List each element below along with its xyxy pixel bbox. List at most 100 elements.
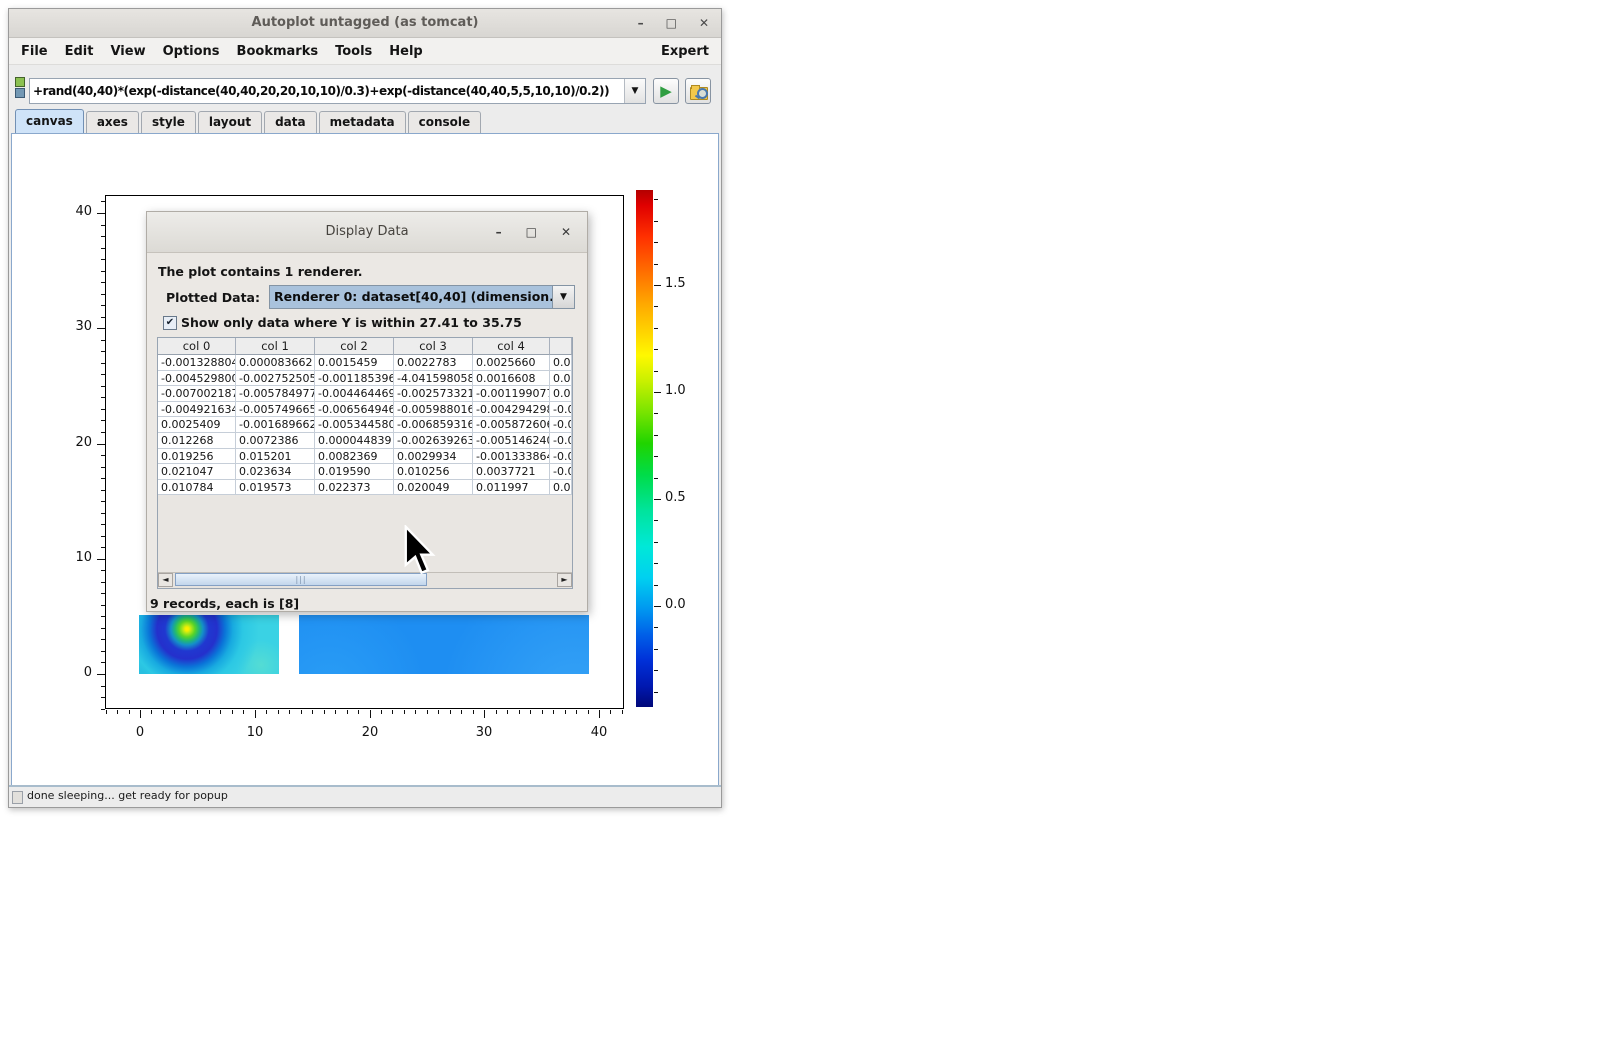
filter-checkbox[interactable]: ✔: [163, 316, 177, 330]
maximize-icon[interactable]: □: [666, 16, 677, 30]
menu-file[interactable]: File: [21, 44, 48, 59]
tick: [654, 392, 661, 393]
table-cell: -0.0: [550, 464, 572, 480]
tick: [301, 710, 302, 714]
tab-axes[interactable]: axes: [86, 111, 139, 133]
filter-checkbox-label: Show only data where Y is within 27.41 t…: [181, 315, 522, 330]
uri-combobox[interactable]: +rand(40,40)*(exp(-distance(40,40,20,20,…: [29, 78, 646, 104]
table-row[interactable]: 0.0025409-0.001689662...-0.005344580...-…: [158, 417, 572, 433]
menu-tools[interactable]: Tools: [335, 44, 372, 59]
table-row[interactable]: -0.004529800...-0.002752505...-0.0011853…: [158, 371, 572, 387]
y-axis-label: 30: [58, 319, 92, 334]
dialog-maximize-icon[interactable]: □: [526, 225, 537, 239]
dialog-minimize-icon[interactable]: –: [496, 225, 502, 239]
inspect-uri-button[interactable]: [685, 78, 711, 104]
tick: [101, 282, 105, 283]
table-cell: 0.0072386: [236, 433, 315, 449]
tick: [101, 524, 105, 525]
table-cell: 0.019590: [315, 464, 394, 480]
table-cell: 0.010784: [158, 480, 236, 496]
tick: [335, 710, 336, 714]
table-row[interactable]: 0.0122680.00723860.000044839-0.002639263…: [158, 433, 572, 449]
tick: [654, 692, 658, 693]
table-row[interactable]: 0.0107840.0195730.0223730.0200490.011997…: [158, 480, 572, 496]
window-title: Autoplot untagged (as tomcat): [9, 9, 721, 37]
tick: [654, 285, 661, 286]
go-button[interactable]: ▶: [653, 78, 679, 104]
x-axis-label: 30: [467, 725, 501, 740]
tick: [101, 478, 105, 479]
tick: [370, 710, 371, 718]
tick: [101, 294, 105, 295]
titlebar[interactable]: Autoplot untagged (as tomcat) – □ ✕: [9, 9, 721, 38]
scrollbar-thumb[interactable]: |||: [175, 573, 427, 586]
tick: [654, 242, 658, 243]
table-cell: 0.000083662: [236, 355, 315, 371]
uri-input[interactable]: +rand(40,40)*(exp(-distance(40,40,20,20,…: [30, 79, 624, 103]
table-body: -0.001328804...0.0000836620.00154590.002…: [158, 355, 572, 495]
window-controls: – □ ✕: [638, 9, 709, 37]
tab-metadata[interactable]: metadata: [319, 111, 406, 133]
tick: [654, 670, 658, 671]
dialog-titlebar[interactable]: Display Data – □ ✕: [147, 212, 587, 253]
tick: [289, 710, 290, 714]
dialog-controls: – □ ✕: [496, 212, 571, 252]
tick: [101, 628, 105, 629]
scroll-right-icon[interactable]: ►: [557, 573, 572, 587]
tick: [101, 547, 105, 548]
tick: [101, 593, 105, 594]
menu-expert[interactable]: Expert: [661, 44, 709, 59]
tab-data[interactable]: data: [264, 111, 317, 133]
table-row[interactable]: 0.0192560.0152010.00823690.0029934-0.001…: [158, 449, 572, 465]
tick: [484, 710, 485, 718]
tick: [163, 710, 164, 714]
menu-help[interactable]: Help: [389, 44, 422, 59]
tick: [197, 710, 198, 714]
tick: [101, 651, 105, 652]
table-cell: 0.023634: [236, 464, 315, 480]
table-cell: -0.001333864...: [473, 449, 550, 465]
tick: [101, 709, 105, 710]
tick: [101, 351, 105, 352]
tick: [622, 710, 623, 714]
table-row[interactable]: -0.007002187...-0.005784977...-0.0044644…: [158, 386, 572, 402]
table-cell: -0.001185396...: [315, 371, 394, 387]
menu-bookmarks[interactable]: Bookmarks: [237, 44, 319, 59]
tick: [654, 264, 658, 265]
tick: [186, 710, 187, 714]
table-cell: 0.0016608: [473, 371, 550, 387]
dialog-close-icon[interactable]: ✕: [561, 225, 571, 239]
tab-layout[interactable]: layout: [198, 111, 262, 133]
tick: [220, 710, 221, 714]
plot-canvas[interactable]: 4030201000102030401.51.00.50.0 Display D…: [11, 133, 719, 789]
table-cell: -0.0: [550, 402, 572, 418]
scroll-left-icon[interactable]: ◄: [158, 573, 173, 587]
table-row[interactable]: 0.0210470.0236340.0195900.0102560.003772…: [158, 464, 572, 480]
tick: [101, 340, 105, 341]
tick: [542, 710, 543, 714]
tick: [97, 444, 105, 445]
tab-canvas[interactable]: canvas: [15, 109, 84, 133]
colorbar-label: 0.0: [665, 597, 699, 612]
minimize-icon[interactable]: –: [638, 16, 644, 30]
table-cell: 0.000044839: [315, 433, 394, 449]
menu-options[interactable]: Options: [163, 44, 220, 59]
scrollbar-track[interactable]: |||: [173, 573, 557, 588]
horizontal-scrollbar[interactable]: ◄ ||| ►: [158, 572, 572, 588]
tick: [101, 455, 105, 456]
close-icon[interactable]: ✕: [699, 16, 709, 30]
table-row[interactable]: -0.004921634...-0.005749665...-0.0065649…: [158, 402, 572, 418]
uri-dropdown-icon[interactable]: ▼: [624, 79, 645, 103]
tab-style[interactable]: style: [141, 111, 196, 133]
tick: [588, 710, 589, 714]
tick: [654, 627, 658, 628]
menu-edit[interactable]: Edit: [65, 44, 94, 59]
table-row[interactable]: -0.001328804...0.0000836620.00154590.002…: [158, 355, 572, 371]
tab-console[interactable]: console: [408, 111, 482, 133]
plotted-data-combobox[interactable]: Renderer 0: dataset[40,40] (dimension...…: [269, 285, 575, 309]
tick: [654, 649, 658, 650]
tick: [599, 710, 600, 718]
menu-view[interactable]: View: [110, 44, 145, 59]
plotted-data-dropdown-icon[interactable]: ▼: [552, 286, 574, 308]
tick: [404, 710, 405, 714]
